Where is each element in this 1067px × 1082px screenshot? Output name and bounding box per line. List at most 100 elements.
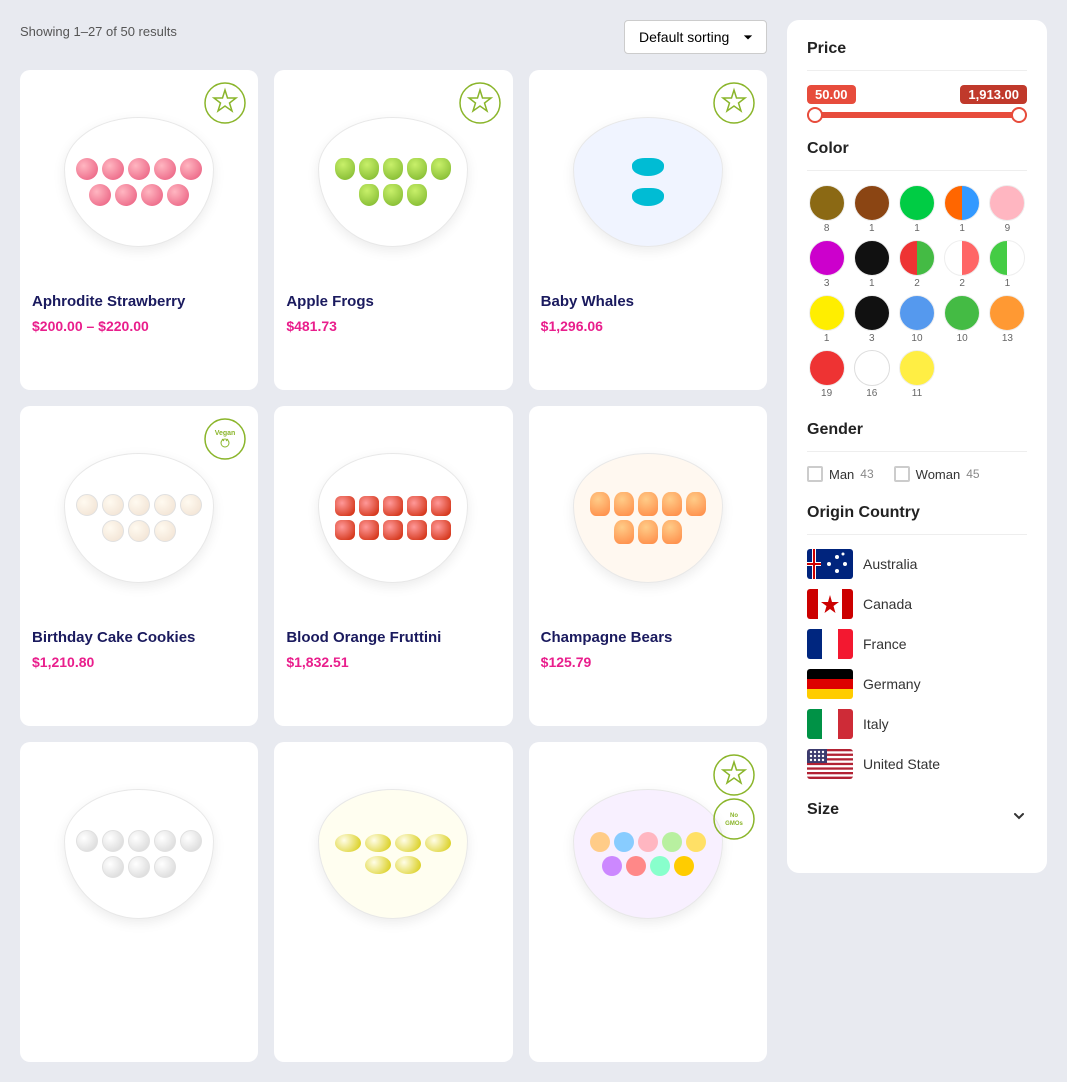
product-name: Birthday Cake Cookies (32, 628, 246, 648)
product-name: Aphrodite Strawberry (32, 292, 246, 312)
color-item[interactable]: 2 (897, 240, 936, 289)
gender-man[interactable]: Man 43 (807, 466, 874, 482)
country-name: Australia (863, 556, 917, 572)
color-item[interactable]: 8 (807, 185, 846, 234)
color-circle (899, 240, 935, 276)
color-item[interactable]: 10 (897, 295, 936, 344)
country-name: Canada (863, 596, 912, 612)
gender-man-count: 43 (860, 467, 873, 481)
product-card[interactable]: Baby Whales $1,296.06 (529, 70, 767, 390)
price-slider-thumb-right[interactable] (1011, 107, 1027, 123)
color-item[interactable]: 1 (852, 185, 891, 234)
color-count: 8 (824, 223, 830, 234)
product-name: Champagne Bears (541, 628, 755, 648)
product-image (286, 418, 500, 618)
color-item[interactable]: 11 (897, 350, 936, 399)
color-circle (944, 185, 980, 221)
product-card[interactable]: Vegan (20, 406, 258, 726)
color-circle (944, 295, 980, 331)
color-count: 1 (869, 223, 875, 234)
color-circle (854, 295, 890, 331)
size-header[interactable]: Size (807, 801, 1027, 831)
color-circle (899, 295, 935, 331)
sorting-select[interactable]: Default sorting (624, 20, 767, 54)
country-germany[interactable]: Germany (807, 669, 1027, 699)
color-item[interactable]: 16 (852, 350, 891, 399)
flag-italy (807, 709, 853, 739)
price-slider-track[interactable] (807, 112, 1027, 118)
gender-woman[interactable]: Woman 45 (894, 466, 980, 482)
product-card[interactable]: No GMOs (529, 742, 767, 1062)
size-section: Size (807, 801, 1027, 831)
country-australia[interactable]: Australia (807, 549, 1027, 579)
color-circle (989, 185, 1025, 221)
product-card[interactable]: Champagne Bears $125.79 (529, 406, 767, 726)
color-section: Color 8 1 1 1 (807, 140, 1027, 399)
color-item[interactable]: 1 (807, 295, 846, 344)
color-count: 16 (866, 388, 877, 399)
country-name: Italy (863, 716, 889, 732)
product-card[interactable] (274, 742, 512, 1062)
country-usa[interactable]: United State (807, 749, 1027, 779)
country-canada[interactable]: Canada (807, 589, 1027, 619)
color-circle (809, 295, 845, 331)
color-item[interactable]: 1 (988, 240, 1027, 289)
color-grid: 8 1 1 1 9 (807, 185, 1027, 399)
color-circle (854, 350, 890, 386)
color-item[interactable]: 3 (807, 240, 846, 289)
color-count: 13 (1002, 333, 1013, 344)
products-grid: Aphrodite Strawberry $200.00 – $220.00 (20, 70, 767, 1062)
color-circle (809, 240, 845, 276)
color-item[interactable]: 2 (943, 240, 982, 289)
color-count: 1 (1005, 278, 1011, 289)
svg-text:No: No (730, 813, 738, 819)
color-circle (899, 185, 935, 221)
country-italy[interactable]: Italy (807, 709, 1027, 739)
color-item[interactable]: 3 (852, 295, 891, 344)
country-name: France (863, 636, 907, 652)
vegan-badge: Vegan (202, 416, 248, 467)
color-count: 11 (912, 388, 922, 399)
product-name: Baby Whales (541, 292, 755, 312)
product-price: $125.79 (541, 654, 755, 670)
price-title: Price (807, 40, 1027, 58)
product-card[interactable]: Blood Orange Fruttini $1,832.51 (274, 406, 512, 726)
product-price: $200.00 – $220.00 (32, 318, 246, 334)
color-circle (854, 240, 890, 276)
color-circle (809, 185, 845, 221)
color-count: 1 (869, 278, 875, 289)
flag-germany (807, 669, 853, 699)
price-section: Price 50.00 1,913.00 (807, 40, 1027, 118)
star-badge (202, 80, 248, 131)
product-image (541, 418, 755, 618)
country-list: Australia Canada (807, 549, 1027, 779)
color-circle (989, 295, 1025, 331)
color-count: 2 (914, 278, 920, 289)
flag-usa (807, 749, 853, 779)
flag-australia (807, 549, 853, 579)
product-price: $481.73 (286, 318, 500, 334)
multi-badge: No GMOs (711, 752, 757, 842)
color-item[interactable]: 13 (988, 295, 1027, 344)
product-card[interactable]: Apple Frogs $481.73 (274, 70, 512, 390)
product-card[interactable] (20, 742, 258, 1062)
price-slider-fill (807, 112, 1027, 118)
product-card[interactable]: Aphrodite Strawberry $200.00 – $220.00 (20, 70, 258, 390)
color-item[interactable]: 19 (807, 350, 846, 399)
price-slider-thumb-left[interactable] (807, 107, 823, 123)
color-count: 1 (824, 333, 830, 344)
color-item[interactable]: 9 (988, 185, 1027, 234)
product-name: Apple Frogs (286, 292, 500, 312)
color-item[interactable]: 1 (943, 185, 982, 234)
gender-woman-label: Woman (916, 467, 961, 482)
color-item[interactable]: 1 (897, 185, 936, 234)
color-item[interactable]: 1 (852, 240, 891, 289)
gender-man-checkbox[interactable] (807, 466, 823, 482)
country-france[interactable]: France (807, 629, 1027, 659)
price-range[interactable]: 50.00 1,913.00 (807, 85, 1027, 118)
product-name: Blood Orange Fruttini (286, 628, 500, 648)
chevron-down-icon (1011, 808, 1027, 824)
color-item[interactable]: 10 (943, 295, 982, 344)
gender-woman-checkbox[interactable] (894, 466, 910, 482)
color-circle (989, 240, 1025, 276)
